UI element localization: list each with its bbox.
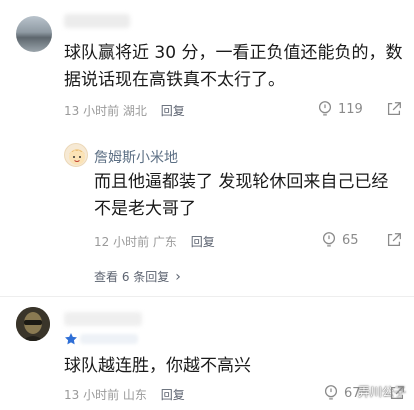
like-count: 65 (342, 232, 359, 248)
comment-text: 球队越连胜，你越不高兴 (64, 356, 251, 376)
lightbulb-icon (324, 385, 338, 400)
timestamp: 12 小时前 (94, 235, 150, 249)
reply-meta: 12 小时前 广东 回复 (94, 233, 215, 250)
comment-text: 球队赢将近 30 分，一看正负值还能负的，数据说话现在高铁真不太行了。 (64, 43, 403, 90)
username-blurred[interactable] (64, 312, 142, 326)
cartoon-face-icon (69, 149, 85, 165)
view-more-replies-link[interactable]: 查看 6 条回复 › (94, 268, 181, 285)
location: 湖北 (122, 104, 147, 118)
share-icon[interactable] (385, 231, 403, 249)
rating-blurred (80, 334, 138, 344)
location: 广东 (152, 235, 177, 249)
reply-author[interactable]: 詹姆斯小米地 (94, 147, 178, 167)
like-button[interactable]: 65 (320, 231, 359, 249)
comment-meta: 13 小时前 湖北 回复 (64, 102, 185, 119)
reply-avatar[interactable] (64, 143, 88, 167)
reply-button[interactable]: 回复 (161, 388, 185, 402)
avatar-photo (16, 307, 50, 341)
reply-button[interactable]: 回复 (191, 235, 215, 249)
lightbulb-icon (322, 232, 336, 247)
timestamp: 13 小时前 (64, 388, 120, 402)
username-blurred[interactable] (64, 14, 130, 28)
reply-button[interactable]: 回复 (161, 104, 185, 118)
divider (0, 296, 414, 297)
view-more-replies-label: 查看 6 条回复 (94, 270, 170, 284)
timestamp: 13 小时前 (64, 104, 120, 118)
like-count: 119 (338, 101, 363, 117)
star-icon (65, 333, 77, 345)
like-button[interactable]: 67 (322, 384, 361, 402)
chevron-right-icon: › (175, 268, 181, 285)
share-icon[interactable] (388, 384, 406, 402)
avatar[interactable] (16, 16, 52, 52)
reply-text: 而且他逼都装了 发现轮休回来自己已经不是老大哥了 (94, 172, 389, 219)
share-icon[interactable] (385, 100, 403, 118)
location: 山东 (122, 388, 147, 402)
avatar[interactable] (16, 307, 50, 341)
like-button[interactable]: 119 (316, 100, 363, 118)
lightbulb-icon (318, 101, 332, 116)
comment-meta: 13 小时前 山东 回复 (64, 386, 185, 403)
